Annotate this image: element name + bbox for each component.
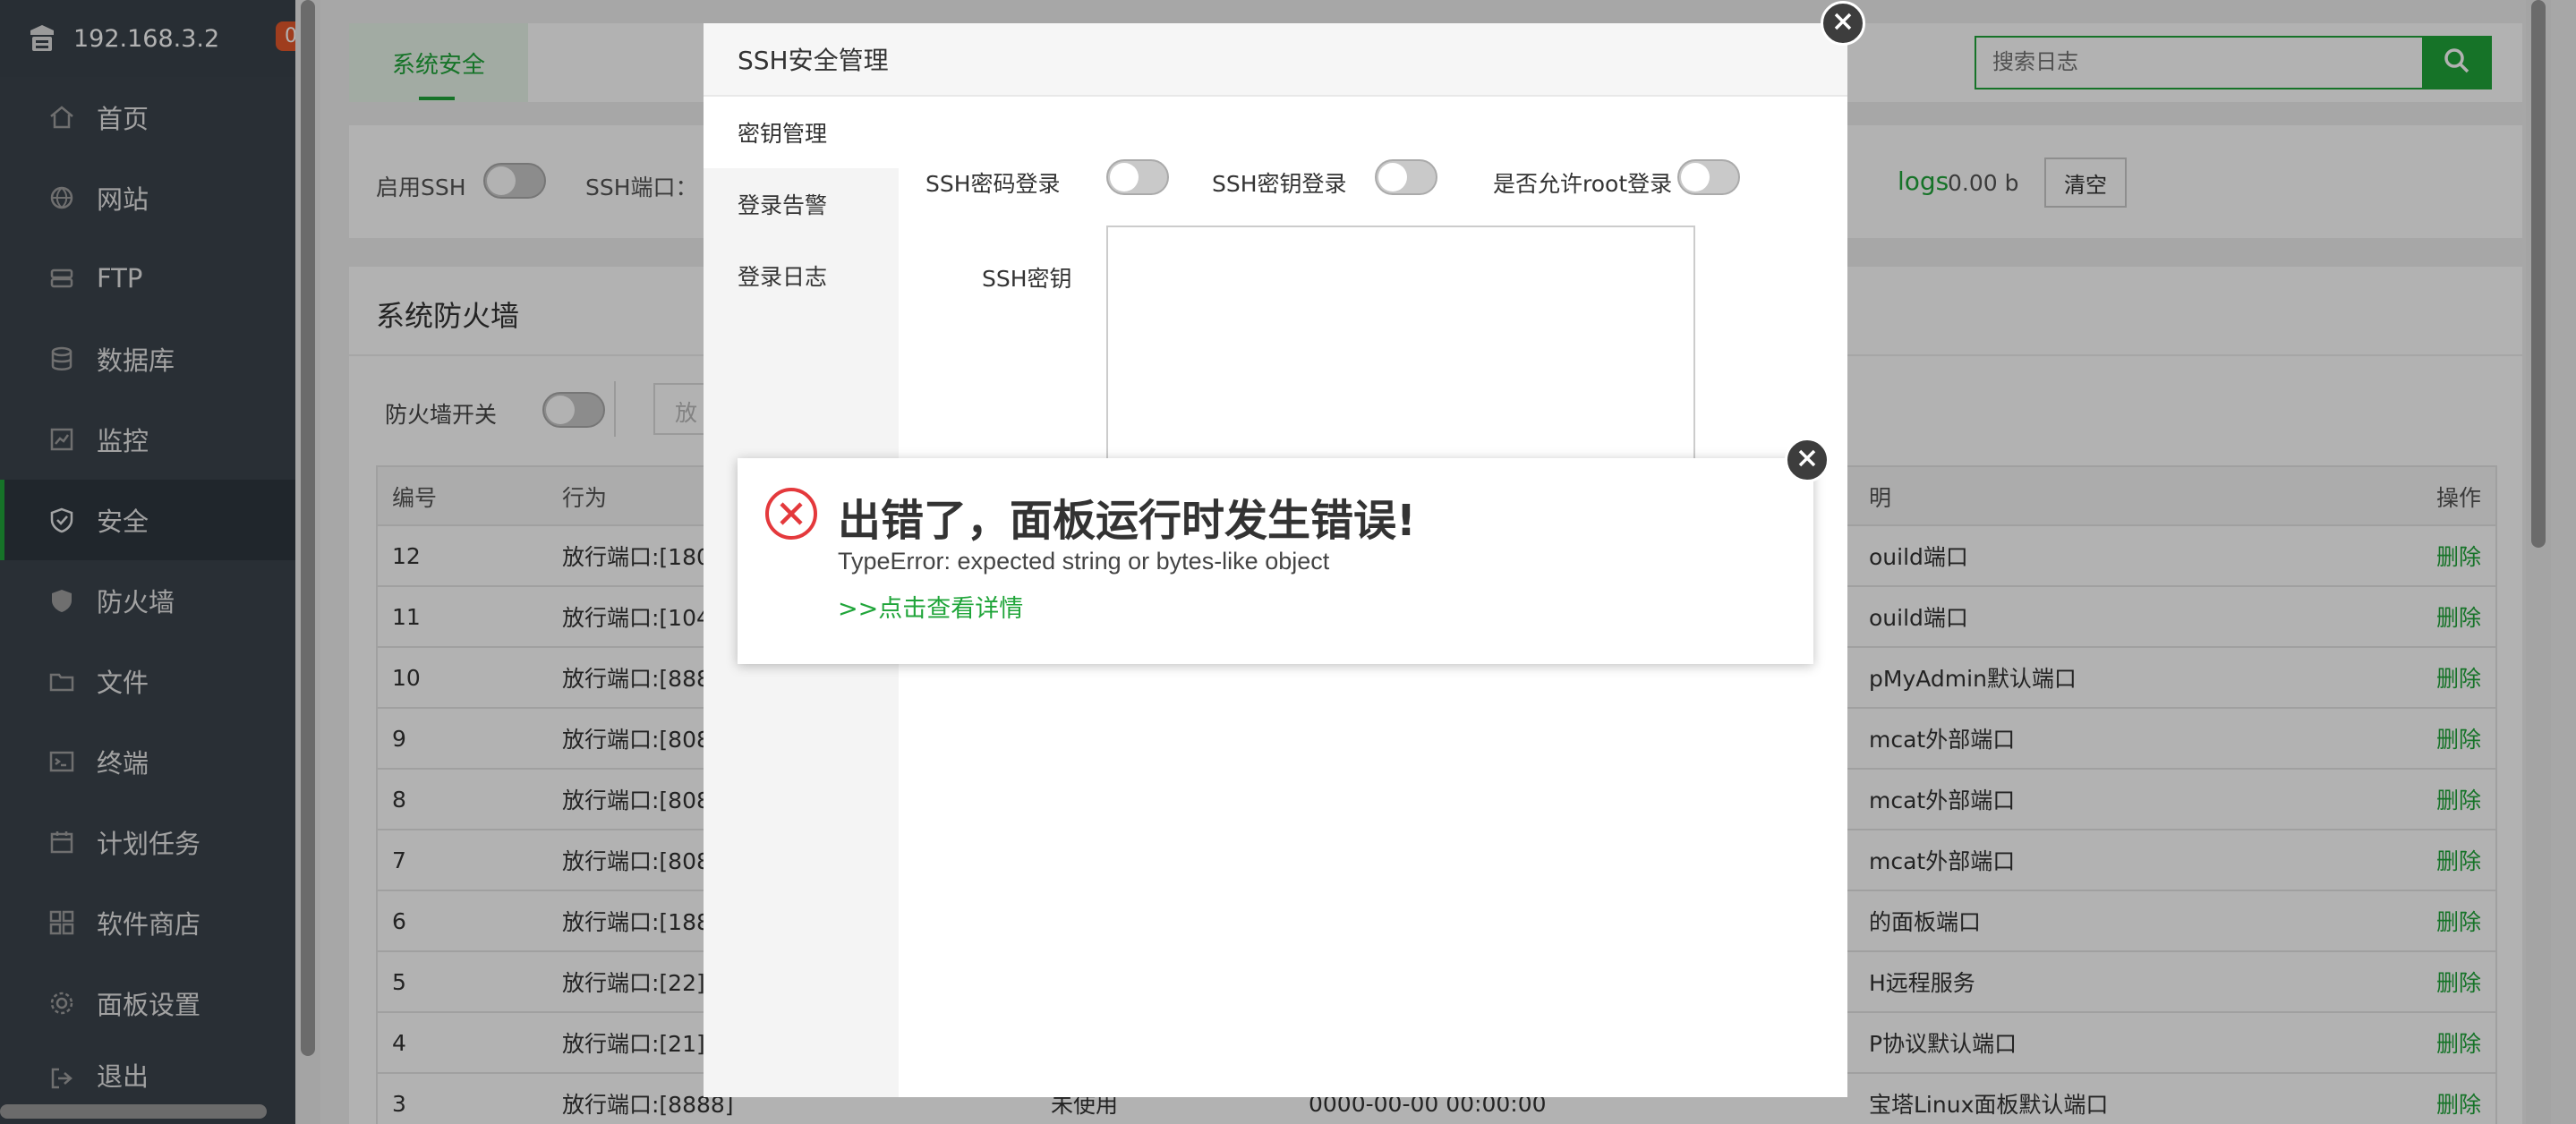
ssh-password-toggle[interactable] bbox=[1106, 159, 1169, 195]
close-icon bbox=[1833, 12, 1853, 35]
error-title: 出错了，面板运行时发生错误! bbox=[838, 496, 1416, 546]
ssh-dialog-close-button[interactable] bbox=[1821, 1, 1865, 46]
menu-login-log[interactable]: 登录日志 bbox=[704, 240, 899, 311]
root-login-label: 是否允许root登录 bbox=[1493, 171, 1673, 197]
error-dialog-close-button[interactable] bbox=[1785, 438, 1830, 482]
ssh-key-login-label: SSH密钥登录 bbox=[1212, 171, 1347, 197]
dialog-title: SSH安全管理 bbox=[704, 23, 1847, 97]
error-icon bbox=[764, 487, 818, 541]
error-message: TypeError: expected string or bytes-like… bbox=[838, 548, 1330, 575]
ssh-key-login-toggle[interactable] bbox=[1375, 159, 1437, 195]
menu-key-management[interactable]: 密钥管理 bbox=[704, 97, 899, 168]
error-dialog: 出错了，面板运行时发生错误! TypeError: expected strin… bbox=[738, 458, 1813, 664]
menu-login-alert[interactable]: 登录告警 bbox=[704, 168, 899, 240]
ssh-key-label: SSH密钥 bbox=[982, 266, 1072, 292]
error-details-link[interactable]: >>点击查看详情 bbox=[838, 589, 1023, 624]
ssh-key-textarea[interactable] bbox=[1106, 226, 1695, 494]
root-login-toggle[interactable] bbox=[1677, 159, 1740, 195]
ssh-password-label: SSH密码登录 bbox=[925, 171, 1061, 197]
close-icon bbox=[1797, 448, 1817, 472]
